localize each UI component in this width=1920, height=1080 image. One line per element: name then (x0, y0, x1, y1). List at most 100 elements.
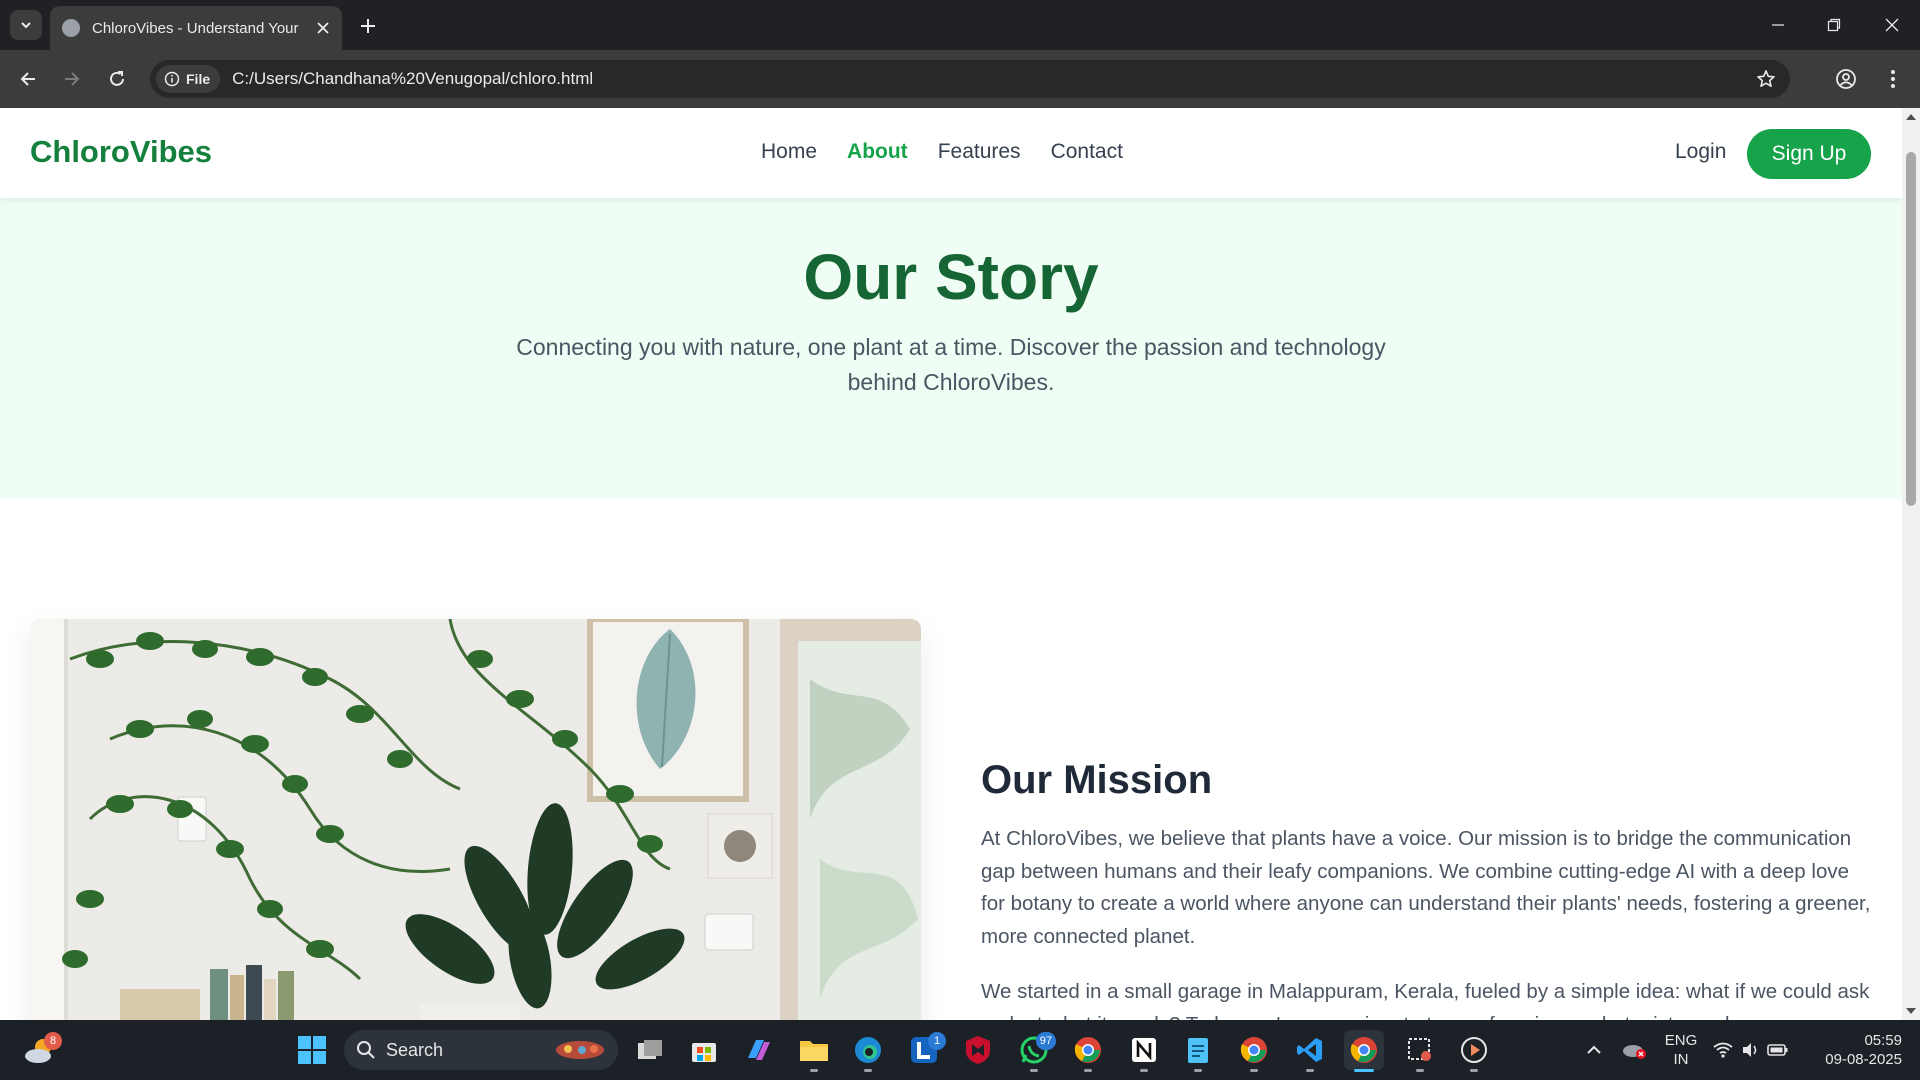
snipping-tool-app[interactable] (1400, 1030, 1440, 1070)
mission-title: Our Mission (981, 758, 1213, 802)
copilot-icon (748, 1040, 770, 1060)
browser-tab-active[interactable]: ChloroVibes - Understand Your (50, 6, 342, 50)
close-icon (1885, 18, 1899, 32)
minimize-button[interactable] (1750, 0, 1806, 50)
info-icon (164, 71, 180, 87)
lens-badge: 1 (928, 1032, 946, 1050)
hero-section: Our Story Connecting you with nature, on… (0, 198, 1902, 499)
address-text[interactable]: C:/Users/Chandhana%20Venugopal/chloro.ht… (232, 69, 593, 89)
login-link[interactable]: Login (1675, 140, 1726, 164)
task-view-button[interactable] (630, 1030, 670, 1070)
start-button[interactable] (292, 1030, 332, 1070)
back-button[interactable] (12, 63, 44, 95)
running-indicator (1416, 1069, 1424, 1072)
close-tab-icon[interactable] (316, 21, 330, 35)
forward-button[interactable] (56, 63, 88, 95)
vscode-icon (1297, 1038, 1322, 1062)
site-logo[interactable]: ChloroVibes (30, 134, 212, 170)
weather-widget[interactable]: 8 (20, 1030, 62, 1070)
search-highlight-icon (556, 1041, 604, 1059)
edge-icon (855, 1037, 881, 1063)
scroll-up-icon[interactable] (1902, 110, 1920, 124)
running-indicator (1194, 1069, 1202, 1072)
running-indicator (1084, 1069, 1092, 1072)
notion-app[interactable] (1124, 1030, 1164, 1070)
clock[interactable]: 05:59 09-08-2025 (1806, 1031, 1902, 1069)
running-indicator (1250, 1069, 1258, 1072)
nav-home[interactable]: Home (761, 140, 817, 164)
hero-title: Our Story (803, 241, 1099, 313)
chrome-icon (1350, 1037, 1377, 1063)
taskbar-search[interactable]: Search (344, 1030, 618, 1070)
weather-badge: 8 (44, 1032, 62, 1050)
cloud-error-icon (1623, 1045, 1646, 1059)
running-indicator (864, 1069, 872, 1072)
address-bar[interactable]: File C:/Users/Chandhana%20Venugopal/chlo… (150, 60, 1790, 98)
mission-paragraph-2: We started in a small garage in Malappur… (981, 980, 1870, 1020)
new-tab-button[interactable] (354, 12, 382, 40)
file-explorer-app[interactable] (794, 1030, 834, 1070)
tab-search-button[interactable] (10, 10, 42, 40)
minimize-icon (1772, 24, 1784, 26)
nav-links: Home About Features Contact (761, 140, 1123, 164)
plants-photo (30, 619, 921, 1020)
running-indicator (1306, 1069, 1314, 1072)
windows-taskbar: 8 Search 1 97 ENG IN 05:59 09-08-2025 (0, 1020, 1920, 1080)
battery-icon (1767, 1044, 1788, 1056)
scroll-down-icon[interactable] (1902, 1004, 1920, 1018)
running-indicator (1030, 1069, 1038, 1072)
windows-logo-icon (298, 1036, 326, 1064)
tray-overflow-button[interactable] (1574, 1030, 1614, 1070)
page-scrollbar[interactable] (1902, 108, 1920, 1020)
edge-app[interactable] (848, 1030, 888, 1070)
lens-app[interactable]: 1 (904, 1030, 946, 1070)
language-code: ENG (1664, 1032, 1698, 1049)
chrome-profile-app[interactable] (1068, 1030, 1108, 1070)
nav-about[interactable]: About (847, 140, 908, 164)
chevron-down-icon (21, 22, 31, 29)
notepad-icon (1188, 1038, 1208, 1063)
arrow-left-icon (20, 72, 35, 86)
reload-icon (110, 71, 124, 86)
signup-button[interactable]: Sign Up (1747, 129, 1871, 179)
nav-features[interactable]: Features (938, 140, 1021, 164)
region-code: IN (1673, 1051, 1689, 1068)
chrome-icon (1074, 1037, 1101, 1063)
profile-button[interactable] (1830, 63, 1862, 95)
tab-title: ChloroVibes - Understand Your (92, 19, 299, 37)
task-view-icon (638, 1040, 662, 1059)
reload-button[interactable] (101, 63, 133, 95)
browser-menu-button[interactable] (1877, 63, 1909, 95)
notepad-app[interactable] (1178, 1030, 1218, 1070)
nav-contact[interactable]: Contact (1051, 140, 1123, 164)
mcafee-app[interactable] (958, 1030, 998, 1070)
chevron-up-icon (1587, 1045, 1601, 1054)
notion-icon (1132, 1038, 1156, 1062)
vscode-app[interactable] (1290, 1030, 1330, 1070)
chrome-icon (1240, 1037, 1267, 1063)
close-window-button[interactable] (1864, 0, 1920, 50)
scrollbar-thumb[interactable] (1906, 152, 1916, 506)
chrome-app-2[interactable] (1234, 1030, 1274, 1070)
active-indicator (1354, 1069, 1374, 1072)
restore-icon (1827, 18, 1841, 32)
store-app[interactable] (684, 1030, 724, 1070)
quick-settings-button[interactable] (1706, 1030, 1796, 1070)
restore-button[interactable] (1806, 0, 1862, 50)
snipping-icon (1408, 1038, 1431, 1061)
site-info-chip[interactable]: File (156, 65, 221, 93)
running-indicator (1470, 1069, 1478, 1072)
globe-icon (62, 19, 80, 37)
chrome-app-active[interactable] (1344, 1030, 1384, 1070)
copilot-app[interactable] (738, 1030, 778, 1070)
onedrive-tray[interactable] (1614, 1030, 1654, 1070)
bookmark-star-icon[interactable] (1756, 69, 1776, 89)
language-indicator[interactable]: ENG IN (1664, 1031, 1698, 1069)
search-label: Search (386, 1039, 444, 1060)
kebab-menu-icon (1891, 70, 1895, 88)
running-indicator (1140, 1069, 1148, 1072)
whatsapp-app[interactable]: 97 (1014, 1030, 1056, 1070)
running-indicator (810, 1069, 818, 1072)
media-player-app[interactable] (1454, 1030, 1494, 1070)
search-icon (357, 1041, 375, 1059)
